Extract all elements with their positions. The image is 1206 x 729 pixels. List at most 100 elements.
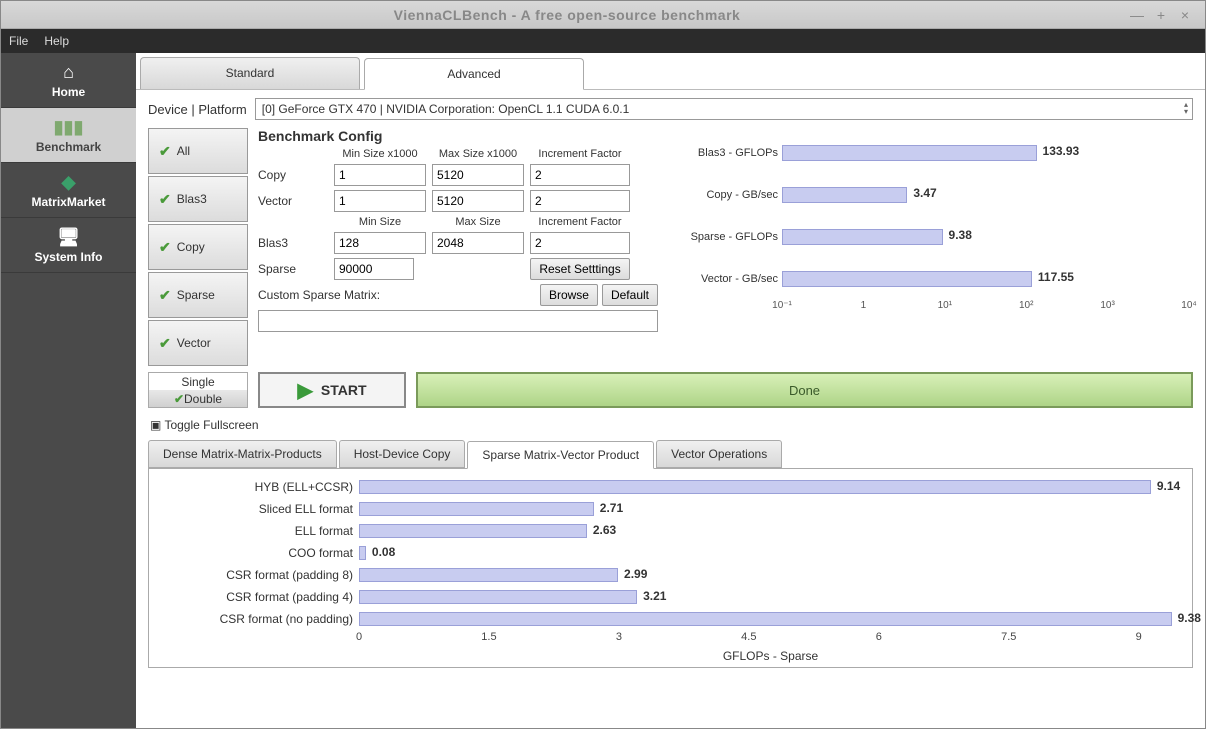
sidebar-label-matrixmarket: MatrixMarket: [31, 195, 105, 209]
device-value: [0] GeForce GTX 470 | NVIDIA Corporation…: [262, 102, 630, 116]
reset-button[interactable]: Reset Setttings: [530, 258, 630, 280]
minimize-button[interactable]: —: [1125, 7, 1149, 23]
sparse-bar-label: CSR format (padding 4): [159, 590, 359, 604]
sidebar-label-home: Home: [52, 85, 85, 99]
systeminfo-icon: 🖥: [57, 227, 80, 248]
select-sparse-button[interactable]: ✔Sparse: [148, 272, 248, 318]
sparse-bar-label: CSR format (no padding): [159, 612, 359, 626]
tabs-top: Standard Advanced: [136, 57, 1205, 90]
custom-sparse-input[interactable]: [258, 310, 658, 332]
config-panel: Benchmark Config Min Size x1000 Max Size…: [258, 128, 658, 366]
start-button[interactable]: ▶ START: [258, 372, 406, 408]
sparse-bar-value: 3.21: [643, 589, 666, 603]
rtab-dense[interactable]: Dense Matrix-Matrix-Products: [148, 440, 337, 468]
menu-help[interactable]: Help: [44, 34, 69, 48]
window-title: ViennaCLBench - A free open-source bench…: [9, 7, 1125, 23]
hdr2-max: Max Size: [432, 216, 524, 228]
sparse-bar: [359, 480, 1151, 494]
check-icon: ✔: [159, 335, 171, 352]
vector-max-input[interactable]: [432, 190, 524, 212]
precision-double[interactable]: Double: [149, 390, 247, 407]
check-icon: ✔: [159, 143, 171, 160]
tab-standard[interactable]: Standard: [140, 57, 360, 89]
vector-inc-input[interactable]: [530, 190, 630, 212]
matrixmarket-icon: ◆: [62, 172, 76, 193]
rtab-sparsevec[interactable]: Sparse Matrix-Vector Product: [467, 441, 654, 469]
copy-min-input[interactable]: [334, 164, 426, 186]
hdr-inc: Increment Factor: [530, 148, 630, 160]
sidebar-item-home[interactable]: ⌂ Home: [1, 53, 136, 108]
summary-bar-label: Vector - GB/sec: [672, 273, 782, 285]
benchmark-icon: ▮▮▮: [54, 117, 84, 138]
close-button[interactable]: ×: [1173, 7, 1197, 23]
menubar: File Help: [1, 29, 1205, 53]
summary-chart: Blas3 - GFLOPs 133.93Copy - GB/sec 3.47S…: [668, 128, 1193, 366]
sparse-bar-value: 9.14: [1157, 479, 1180, 493]
precision-single[interactable]: Single: [149, 373, 247, 390]
sidebar-item-systeminfo[interactable]: 🖥 System Info: [1, 218, 136, 273]
sparse-bar-label: COO format: [159, 546, 359, 560]
blas3-max-input[interactable]: [432, 232, 524, 254]
hdr2-min: Min Size: [334, 216, 426, 228]
copy-inc-input[interactable]: [530, 164, 630, 186]
progress-done: Done: [416, 372, 1193, 408]
check-icon: ✔: [159, 287, 171, 304]
sparse-bar-label: ELL format: [159, 524, 359, 538]
summary-bar-label: Copy - GB/sec: [672, 189, 782, 201]
copy-max-input[interactable]: [432, 164, 524, 186]
home-icon: ⌂: [63, 62, 74, 83]
vector-row-label: Vector: [258, 194, 328, 208]
summary-bar: [782, 187, 907, 203]
sparse-bar-label: Sliced ELL format: [159, 502, 359, 516]
sparse-row-label: Sparse: [258, 262, 328, 276]
default-button[interactable]: Default: [602, 284, 658, 306]
rtab-vecops[interactable]: Vector Operations: [656, 440, 782, 468]
sparse-bar-label: CSR format (padding 8): [159, 568, 359, 582]
sparse-bar: [359, 590, 637, 604]
play-icon: ▶: [297, 378, 312, 403]
benchmark-selectors: ✔All ✔Blas3 ✔Copy ✔Sparse ✔Vector: [148, 128, 248, 366]
check-icon: ✔: [159, 239, 171, 256]
check-icon: ✔: [159, 191, 171, 208]
browse-button[interactable]: Browse: [540, 284, 598, 306]
select-blas3-button[interactable]: ✔Blas3: [148, 176, 248, 222]
sparse-bar-value: 2.99: [624, 567, 647, 581]
sparse-axis-title: GFLOPs - Sparse: [359, 649, 1182, 663]
summary-bar: [782, 271, 1032, 287]
sidebar-label-benchmark: Benchmark: [36, 140, 101, 154]
select-copy-button[interactable]: ✔Copy: [148, 224, 248, 270]
sidebar-label-systeminfo: System Info: [34, 250, 102, 264]
device-select[interactable]: [0] GeForce GTX 470 | NVIDIA Corporation…: [255, 98, 1193, 120]
result-tabs: Dense Matrix-Matrix-Products Host-Device…: [148, 440, 1193, 468]
blas3-min-input[interactable]: [334, 232, 426, 254]
sparse-bar-value: 2.71: [600, 501, 623, 515]
sidebar-item-benchmark[interactable]: ▮▮▮ Benchmark: [1, 108, 136, 163]
rtab-hostcopy[interactable]: Host-Device Copy: [339, 440, 466, 468]
hdr-min: Min Size x1000: [334, 148, 426, 160]
vector-min-input[interactable]: [334, 190, 426, 212]
toggle-fullscreen[interactable]: ▣ Toggle Fullscreen: [136, 414, 1205, 436]
sparse-bar-label: HYB (ELL+CCSR): [159, 480, 359, 494]
sparse-bar: [359, 546, 366, 560]
sidebar-item-matrixmarket[interactable]: ◆ MatrixMarket: [1, 163, 136, 218]
summary-bar: [782, 229, 943, 245]
sidebar: ⌂ Home ▮▮▮ Benchmark ◆ MatrixMarket 🖥 Sy…: [1, 53, 136, 728]
config-heading: Benchmark Config: [258, 128, 658, 144]
tab-advanced[interactable]: Advanced: [364, 58, 584, 90]
blas3-row-label: Blas3: [258, 236, 328, 250]
summary-bar-label: Blas3 - GFLOPs: [672, 147, 782, 159]
sparse-bar: [359, 524, 587, 538]
select-vector-button[interactable]: ✔Vector: [148, 320, 248, 366]
maximize-button[interactable]: +: [1149, 7, 1173, 23]
sparse-bar: [359, 568, 618, 582]
select-all-button[interactable]: ✔All: [148, 128, 248, 174]
copy-row-label: Copy: [258, 168, 328, 182]
summary-bar-value: 133.93: [1043, 144, 1080, 158]
device-label: Device | Platform: [148, 102, 247, 117]
hdr-max: Max Size x1000: [432, 148, 524, 160]
menu-file[interactable]: File: [9, 34, 28, 48]
blas3-inc-input[interactable]: [530, 232, 630, 254]
hdr2-inc: Increment Factor: [530, 216, 630, 228]
sparse-size-input[interactable]: [334, 258, 414, 280]
summary-bar: [782, 145, 1037, 161]
